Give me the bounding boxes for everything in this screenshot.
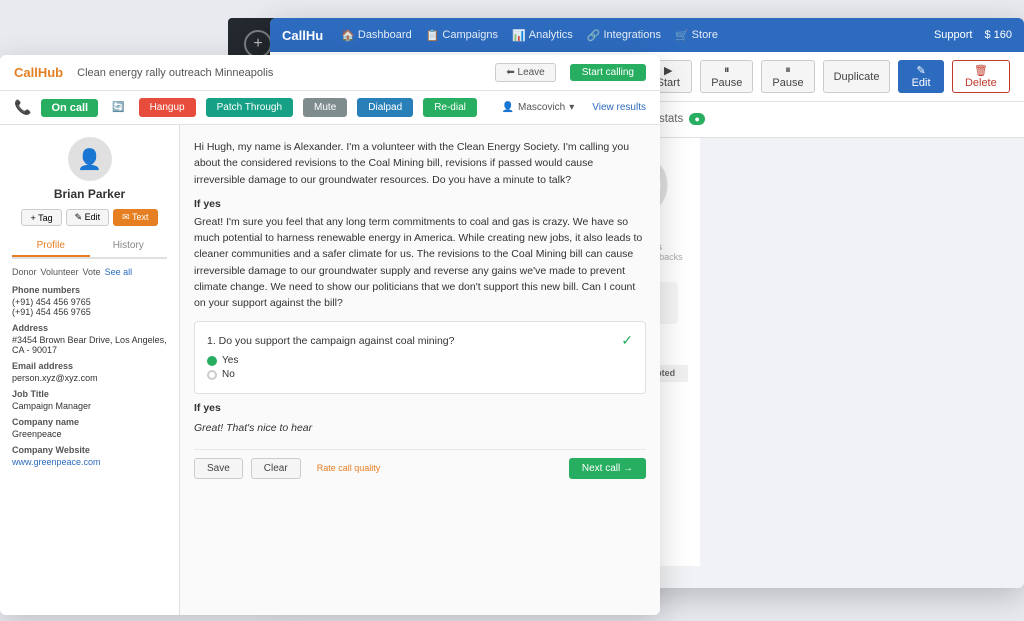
website-label: Company Website xyxy=(12,445,167,455)
sub-tabs: Donor Volunteer Vote See all xyxy=(12,267,167,277)
campaign-actions: ▶ Start ⏸ Pause ⏸ Pause Duplicate ✎ Edit… xyxy=(644,60,1010,93)
nav-integrations[interactable]: 🔗 Integrations xyxy=(587,29,661,42)
if-yes-heading: If yes xyxy=(194,198,646,210)
if-yes-text: Great! I'm sure you feel that any long t… xyxy=(194,214,646,312)
phone1: (+91) 454 456 9765 xyxy=(12,297,167,307)
agent-avatar-icon: 👤 xyxy=(502,102,514,113)
edit-button[interactable]: ✎ Edit xyxy=(898,60,943,93)
agent-oncall-bar: 📞 On call 🔄 Hangup Patch Through Mute Di… xyxy=(0,91,660,125)
agent-name: Mascovich xyxy=(518,102,565,113)
agent-topbar: CallHub Clean energy rally outreach Minn… xyxy=(0,55,660,91)
company-value: Greenpeace xyxy=(12,429,167,439)
save-button-chat[interactable]: Save xyxy=(194,458,243,479)
job-label: Job Title xyxy=(12,389,167,399)
agent-shell: CallHub Clean energy rally outreach Minn… xyxy=(0,55,660,615)
check-icon: ✓ xyxy=(621,332,633,349)
if-yes2-heading: If yes xyxy=(194,402,646,414)
start-calling-button[interactable]: Start calling xyxy=(570,64,646,81)
phone2: (+91) 454 456 9765 xyxy=(12,307,167,317)
question-box: 1. Do you support the campaign against c… xyxy=(194,321,646,394)
admin-topbar: CallHu 🏠 Dashboard 📋 Campaigns 📊 Analyti… xyxy=(270,18,1024,52)
rate-link[interactable]: Rate call quality xyxy=(317,463,381,473)
nav-analytics[interactable]: 📊 Analytics xyxy=(512,29,573,42)
phone-label: Phone numbers xyxy=(12,285,167,295)
address-value: #3454 Brown Bear Drive, Los Angeles, CA … xyxy=(12,335,167,355)
phone-on-icon: 📞 xyxy=(14,99,31,116)
contact-actions: + Tag ✎ Edit ✉ Text xyxy=(12,209,167,226)
radio-dot-yes xyxy=(207,356,217,366)
agent-campaign-name: Clean energy rally outreach Minneapolis xyxy=(77,67,481,79)
answer-text: Great! That's nice to hear xyxy=(194,420,646,436)
agent-body: 👤 Brian Parker + Tag ✎ Edit ✉ Text Profi… xyxy=(0,125,660,615)
script-intro: Hi Hugh, my name is Alexander. I'm a vol… xyxy=(194,139,646,188)
profile-history-tabs: Profile History xyxy=(12,236,167,259)
agent-dropdown-icon[interactable]: ▾ xyxy=(569,102,574,113)
profile-tab[interactable]: Profile xyxy=(12,236,90,257)
support-label[interactable]: Support xyxy=(934,29,973,41)
pause-button2[interactable]: ⏸ Pause xyxy=(761,60,814,93)
balance-label: $ 160 xyxy=(984,29,1012,41)
job-value: Campaign Manager xyxy=(12,401,167,411)
pause-button1[interactable]: ⏸ Pause xyxy=(700,60,753,93)
hangup-button[interactable]: Hangup xyxy=(139,98,196,117)
redial-button[interactable]: Re-dial xyxy=(423,98,477,117)
oncall-badge: On call xyxy=(41,99,98,117)
admin-nav-right: Support $ 160 xyxy=(934,29,1012,41)
sidebar-add-button[interactable]: + xyxy=(244,30,272,58)
next-call-button[interactable]: Next call → xyxy=(569,458,646,479)
contact-fullname: Brian Parker xyxy=(12,187,167,201)
edit-contact-button[interactable]: ✎ Edit xyxy=(66,209,110,226)
radio-no[interactable]: No xyxy=(207,369,633,380)
email-value: person.xyz@xyz.com xyxy=(12,373,167,383)
agent-name-badge: 👤 Mascovich ▾ xyxy=(502,102,575,113)
company-label: Company name xyxy=(12,417,167,427)
admin-nav: 🏠 Dashboard 📋 Campaigns 📊 Analytics 🔗 In… xyxy=(341,29,916,42)
address-label: Address xyxy=(12,323,167,333)
website-value[interactable]: www.greenpeace.com xyxy=(12,457,167,467)
vote-tab[interactable]: Vote xyxy=(83,267,101,277)
volunteer-tab[interactable]: Volunteer xyxy=(41,267,79,277)
email-label: Email address xyxy=(12,361,167,371)
nav-store[interactable]: 🛒 Store xyxy=(675,29,718,42)
text-button[interactable]: ✉ Text xyxy=(113,209,157,226)
refresh-icon[interactable]: 🔄 xyxy=(112,102,124,113)
dialpad-button[interactable]: Dialpad xyxy=(357,98,413,117)
avatar: 👤 xyxy=(68,137,112,181)
leave-button[interactable]: ⬅ Leave xyxy=(495,63,555,82)
patch-through-button[interactable]: Patch Through xyxy=(206,98,293,117)
question-text: 1. Do you support the campaign against c… xyxy=(207,332,633,349)
duplicate-button[interactable]: Duplicate xyxy=(823,60,891,93)
contact-sidebar: 👤 Brian Parker + Tag ✎ Edit ✉ Text Profi… xyxy=(0,125,180,615)
chat-footer: Save Clear Rate call quality Next call → xyxy=(194,449,646,479)
view-results-link[interactable]: View results xyxy=(592,102,646,113)
tag-button[interactable]: + Tag xyxy=(21,209,61,226)
chat-area: Hi Hugh, my name is Alexander. I'm a vol… xyxy=(180,125,660,615)
history-tab[interactable]: History xyxy=(90,236,168,257)
see-all-tab[interactable]: See all xyxy=(105,267,133,277)
donor-tab[interactable]: Donor xyxy=(12,267,37,277)
clear-button[interactable]: Clear xyxy=(251,458,301,479)
nav-dashboard[interactable]: 🏠 Dashboard xyxy=(341,29,412,42)
agent-logo: CallHub xyxy=(14,65,63,80)
admin-logo: CallHu xyxy=(282,28,323,43)
radio-yes[interactable]: Yes xyxy=(207,355,633,366)
nav-campaigns[interactable]: 📋 Campaigns xyxy=(426,29,498,42)
radio-empty-no xyxy=(207,370,217,380)
delete-button[interactable]: 🗑 Delete xyxy=(952,60,1010,93)
mute-button[interactable]: Mute xyxy=(303,98,347,117)
